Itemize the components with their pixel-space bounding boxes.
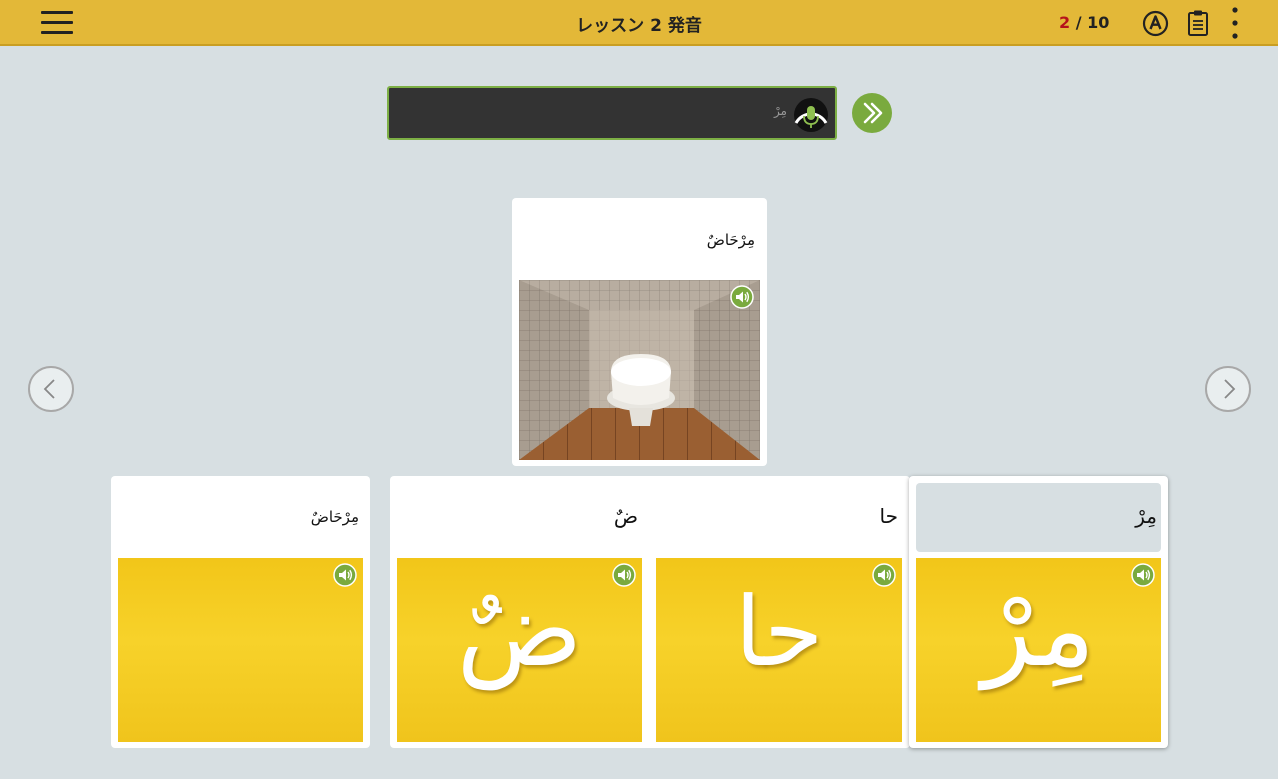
chevron-right-icon [1224, 379, 1236, 399]
answer-group: ضٌ ضٌ حا حا [390, 476, 910, 748]
speaker-icon[interactable] [730, 285, 754, 309]
chevron-left-icon [43, 379, 55, 399]
answer-image[interactable]: حا [656, 558, 902, 742]
speaker-icon[interactable] [1131, 563, 1155, 587]
microphone-icon[interactable] [792, 97, 830, 133]
clipboard-icon[interactable] [1187, 9, 1209, 37]
answer-label: مِرْحَاضٌ [310, 508, 359, 526]
answer-label: ضٌ [613, 504, 638, 528]
double-chevron-right-icon [863, 102, 883, 124]
answer-glyph: حا [734, 576, 824, 688]
top-bar: レッスン 2 発音 2 / 10 [0, 0, 1278, 46]
answer-image [118, 558, 363, 742]
toilet-photo [519, 280, 760, 460]
speaker-icon[interactable] [872, 563, 896, 587]
answer-image[interactable]: ضٌ [397, 558, 642, 742]
previous-arrow-button[interactable] [28, 366, 74, 412]
answer-label: مِرْ [1135, 504, 1157, 528]
progress-total: 10 [1087, 13, 1110, 32]
prompt-card: مِرْحَاضٌ [512, 198, 767, 466]
answer-label-highlight [916, 483, 1161, 552]
lesson-progress: 2 / 10 [1059, 13, 1109, 32]
prompt-word: مِرْحَاضٌ [706, 231, 755, 249]
voice-input[interactable]: مِرْ [387, 86, 837, 140]
more-vertical-icon[interactable] [1228, 6, 1242, 40]
voice-hint-text: مِرْ [773, 104, 787, 118]
answer-glyph: مِرْ [981, 568, 1096, 690]
answer-glyph: ضٌ [456, 568, 583, 690]
answer-card-selected[interactable]: مِرْ مِرْ [909, 476, 1168, 748]
next-arrow-button[interactable] [1205, 366, 1251, 412]
answer-card[interactable]: مِرْحَاضٌ [111, 476, 370, 748]
progress-current: 2 [1059, 13, 1071, 32]
progress-separator: / [1070, 13, 1088, 32]
speaker-icon[interactable] [612, 563, 636, 587]
answer-label: حا [879, 504, 898, 528]
speaker-icon[interactable] [333, 563, 357, 587]
answer-image: مِرْ [916, 558, 1161, 742]
autoplay-a-icon[interactable] [1142, 10, 1169, 37]
next-button[interactable] [852, 93, 892, 133]
